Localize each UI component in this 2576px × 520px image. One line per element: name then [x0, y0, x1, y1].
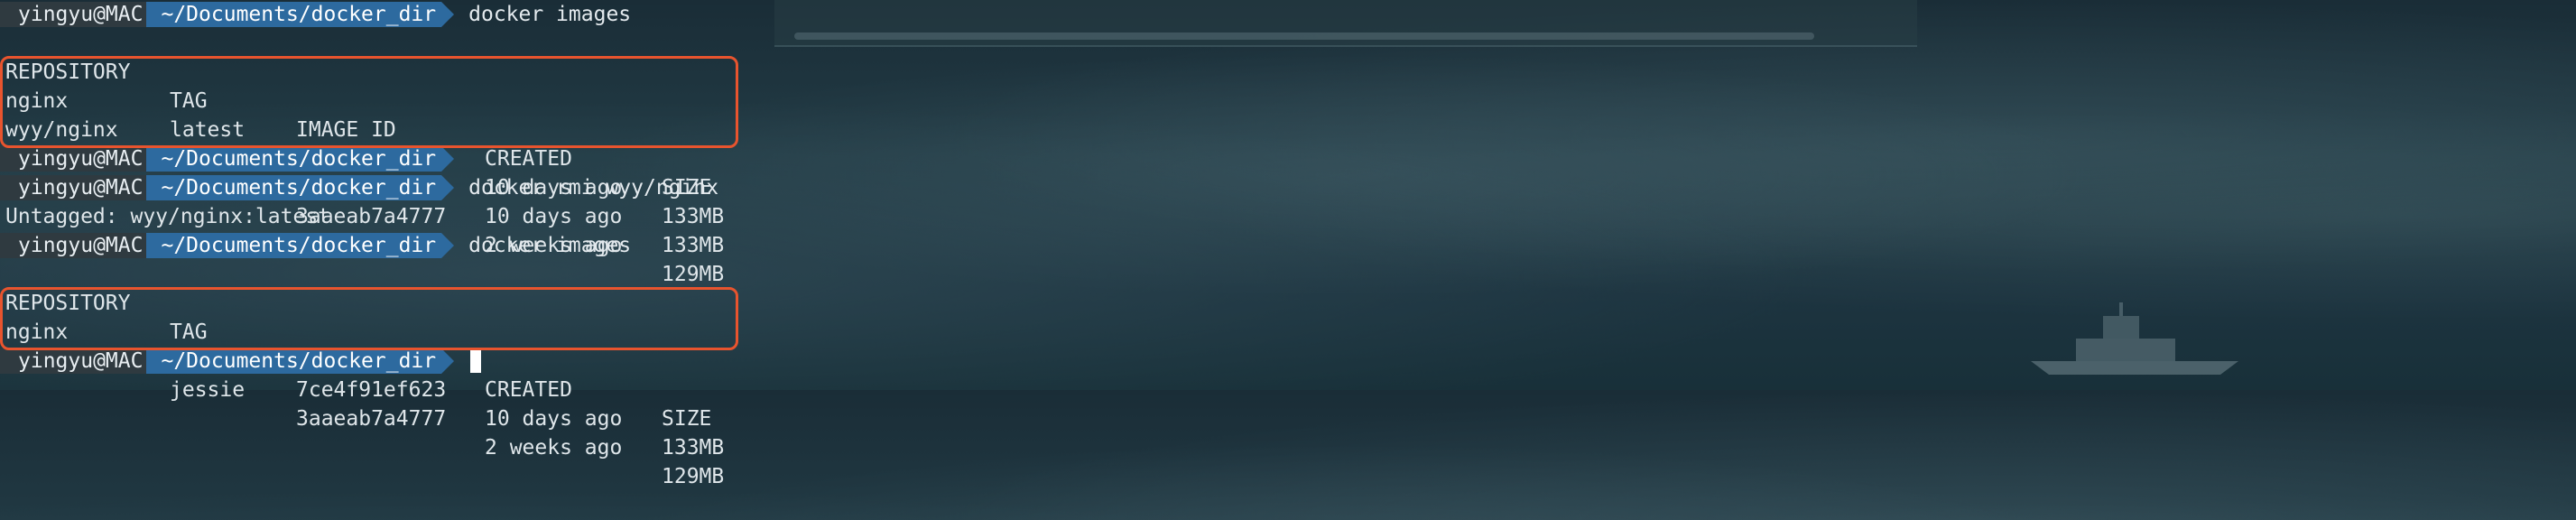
- header-size: SIZE: [662, 407, 712, 431]
- prompt-user: yingyu@MAC: [0, 233, 147, 258]
- prompt-directory-arrow-icon: [441, 146, 455, 172]
- prompt-user: yingyu@MAC: [0, 2, 147, 27]
- prompt-directory: ~/Documents/docker_dir: [146, 2, 442, 27]
- table-row: nginx latest 7ce4f91ef623 10 days ago 13…: [0, 289, 2576, 460]
- cell-tag: jessie: [170, 378, 246, 402]
- cell-size: 133MB: [662, 436, 725, 460]
- prompt-user: yingyu@MAC: [0, 348, 147, 374]
- table-row: nginx latest 7ce4f91ef623 10 days ago 13…: [0, 58, 2576, 228]
- command-text: docker images: [468, 234, 632, 257]
- prompt-directory-arrow-icon: [441, 348, 455, 374]
- prompt-directory: ~/Documents/docker_dir: [146, 348, 442, 374]
- command-text: docker rmi wyy/nginx: [468, 176, 719, 200]
- prompt-user: yingyu@MAC: [0, 146, 147, 172]
- prompt-line: yingyu@MAC ~/Documents/docker_dir docker…: [0, 173, 2576, 202]
- command-text: docker images: [468, 3, 632, 26]
- cell-size: 129MB: [662, 465, 725, 488]
- table-row: debian jessie 3aaeab7a4777 2 weeks ago 1…: [0, 116, 2576, 286]
- table-row: wyy/nginx latest 7ce4f91ef623 10 days ag…: [0, 87, 2576, 257]
- cell-created: 2 weeks ago: [485, 436, 623, 460]
- table-header: REPOSITORY TAG IMAGE ID CREATED SIZE: [0, 29, 2576, 200]
- prompt-directory-arrow-icon: [441, 175, 455, 200]
- prompt-directory-arrow-icon: [441, 233, 455, 258]
- prompt-line: yingyu@MAC ~/Documents/docker_dir docker…: [0, 0, 2576, 29]
- header-created: CREATED: [485, 378, 572, 402]
- cell-image-id: 3aaeab7a4777: [296, 407, 447, 431]
- prompt-directory: ~/Documents/docker_dir: [146, 146, 442, 172]
- prompt-line: yingyu@MAC ~/Documents/docker_dir: [0, 144, 2576, 173]
- terminal-window[interactable]: yingyu@MAC ~/Documents/docker_dir docker…: [0, 0, 2576, 488]
- prompt-directory: ~/Documents/docker_dir: [146, 233, 442, 258]
- prompt-directory-arrow-icon: [441, 2, 455, 27]
- text-cursor[interactable]: [470, 349, 482, 373]
- prompt-directory: ~/Documents/docker_dir: [146, 175, 442, 200]
- prompt-line: yingyu@MAC ~/Documents/docker_dir docker…: [0, 231, 2576, 260]
- prompt-user: yingyu@MAC: [0, 175, 147, 200]
- prompt-line[interactable]: yingyu@MAC ~/Documents/docker_dir: [0, 347, 2576, 376]
- table-header: REPOSITORY TAG IMAGE ID CREATED SIZE: [0, 260, 2576, 431]
- command-output: Untagged: wyy/nginx:latest: [5, 205, 331, 228]
- cell-created: 10 days ago: [485, 407, 623, 431]
- cell-image-id: 7ce4f91ef623: [296, 378, 447, 402]
- table-row: debian jessie 3aaeab7a4777 2 weeks ago 1…: [0, 318, 2576, 488]
